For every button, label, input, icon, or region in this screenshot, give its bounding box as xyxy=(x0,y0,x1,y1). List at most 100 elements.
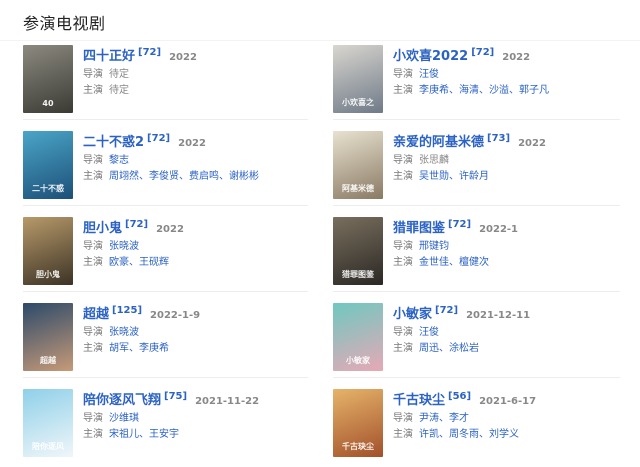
work-title-link[interactable]: 超越 xyxy=(83,307,109,322)
director-row: 导演 沙维琪 xyxy=(83,411,323,427)
work-title-link[interactable]: 二十不惑2 xyxy=(83,135,144,150)
poster-image[interactable]: 小敏家 xyxy=(333,303,383,371)
cast-link[interactable]: 王砚辉 xyxy=(139,257,169,268)
cast-label: 主演 xyxy=(83,171,103,182)
poster-image[interactable]: 阿基米德 xyxy=(333,131,383,199)
director-label: 导演 xyxy=(83,69,103,80)
work-card: 超越 超越 [125] 2022-1-9 导演 张晓波 主演 胡军、李庚希 xyxy=(23,303,323,385)
separator: 、 xyxy=(449,171,459,182)
separator: 、 xyxy=(449,257,459,268)
work-info: 小敏家 [72] 2021-12-11 导演 汪俊 主演 周迅、涂松岩 xyxy=(393,303,633,357)
poster-text: 40 xyxy=(42,99,54,108)
work-title-link[interactable]: 胆小鬼 xyxy=(83,221,122,236)
cast-link[interactable]: 檀健次 xyxy=(459,257,489,268)
poster-image[interactable]: 40 xyxy=(23,45,73,113)
work-card: 小敏家 小敏家 [72] 2021-12-11 导演 汪俊 主演 周迅、涂松岩 xyxy=(333,303,633,385)
score-badge[interactable]: [72] xyxy=(138,47,161,58)
cast-link[interactable]: 沙溢 xyxy=(489,85,509,96)
score-badge[interactable]: [75] xyxy=(164,391,187,402)
row-divider xyxy=(23,291,308,292)
poster-image[interactable]: 二十不惑 xyxy=(23,131,73,199)
title-row: 四十正好 [72] 2022 xyxy=(83,45,323,64)
work-title-link[interactable]: 千古玦尘 xyxy=(393,393,445,408)
director-label: 导演 xyxy=(393,413,413,424)
cast-link[interactable]: 李庚希 xyxy=(419,85,449,96)
cast-label: 主演 xyxy=(393,429,413,440)
director-link[interactable]: 沙维琪 xyxy=(109,413,139,424)
cast-link[interactable]: 胡军 xyxy=(109,343,129,354)
release-year: 2021-6-17 xyxy=(479,396,537,407)
cast-link[interactable]: 欧豪 xyxy=(109,257,129,268)
work-info: 千古玦尘 [56] 2021-6-17 导演 尹涛、李才 主演 许凯、周冬雨、刘学义 xyxy=(393,389,633,443)
work-title-link[interactable]: 四十正好 xyxy=(83,49,135,64)
row-divider xyxy=(333,119,620,120)
score-badge[interactable]: [73] xyxy=(487,133,510,144)
cast-link[interactable]: 海清 xyxy=(459,85,479,96)
score-badge[interactable]: [72] xyxy=(125,219,148,230)
poster-image[interactable]: 千古玦尘 xyxy=(333,389,383,457)
title-row: 小敏家 [72] 2021-12-11 xyxy=(393,303,633,322)
cast-link[interactable]: 吴世勋 xyxy=(419,171,449,182)
title-row: 二十不惑2 [72] 2022 xyxy=(83,131,323,150)
credits: 导演 汪俊 主演 周迅、涂松岩 xyxy=(393,325,633,357)
cast-link[interactable]: 金世佳 xyxy=(419,257,449,268)
work-info: 二十不惑2 [72] 2022 导演 黎志 主演 周翊然、李俊贤、费启鸣、谢彬彬 xyxy=(83,131,323,185)
cast-link[interactable]: 周冬雨 xyxy=(449,429,479,440)
cast-link[interactable]: 王安宇 xyxy=(149,429,179,440)
cast-row: 主演 胡军、李庚希 xyxy=(83,341,323,357)
director-link[interactable]: 张晓波 xyxy=(109,327,139,338)
director-link[interactable]: 黎志 xyxy=(109,155,129,166)
release-year: 2022 xyxy=(178,138,206,149)
poster-image[interactable]: 陪你逐风 xyxy=(23,389,73,457)
work-title-link[interactable]: 亲爱的阿基米德 xyxy=(393,135,484,150)
cast-link[interactable]: 许龄月 xyxy=(459,171,489,182)
credits: 导演 黎志 主演 周翊然、李俊贤、费启鸣、谢彬彬 xyxy=(83,153,323,185)
title-row: 亲爱的阿基米德 [73] 2022 xyxy=(393,131,633,150)
cast-link[interactable]: 刘学义 xyxy=(489,429,519,440)
work-title-link[interactable]: 陪你逐风飞翔 xyxy=(83,393,161,408)
score-badge[interactable]: [72] xyxy=(471,47,494,58)
poster-image[interactable]: 胆小鬼 xyxy=(23,217,73,285)
separator: 、 xyxy=(439,413,449,424)
work-card: 阿基米德 亲爱的阿基米德 [73] 2022 导演 张思麟 主演 吴世勋、许龄月 xyxy=(333,131,633,213)
credits: 导演 尹涛、李才 主演 许凯、周冬雨、刘学义 xyxy=(393,411,633,443)
score-badge[interactable]: [125] xyxy=(112,305,142,316)
director-link[interactable]: 李才 xyxy=(449,413,469,424)
work-card: 陪你逐风 陪你逐风飞翔 [75] 2021-11-22 导演 沙维琪 主演 宋祖儿、王安宇 xyxy=(23,389,323,467)
director-row: 导演 汪俊 xyxy=(393,67,633,83)
score-badge[interactable]: [72] xyxy=(448,219,471,230)
cast-link[interactable]: 李庚希 xyxy=(139,343,169,354)
poster-image[interactable]: 小欢喜之 xyxy=(333,45,383,113)
separator: 、 xyxy=(139,429,149,440)
cast-link[interactable]: 费启鸣 xyxy=(189,171,219,182)
cast-link[interactable]: 宋祖儿 xyxy=(109,429,139,440)
cast-link[interactable]: 谢彬彬 xyxy=(229,171,259,182)
cast-row: 主演 周迅、涂松岩 xyxy=(393,341,633,357)
director-link[interactable]: 汪俊 xyxy=(419,327,439,338)
work-title-link[interactable]: 猎罪图鉴 xyxy=(393,221,445,236)
cast-link[interactable]: 许凯 xyxy=(419,429,439,440)
director-link[interactable]: 尹涛 xyxy=(419,413,439,424)
cast-link[interactable]: 涂松岩 xyxy=(449,343,479,354)
poster-text: 胆小鬼 xyxy=(36,270,60,279)
poster-image[interactable]: 猎罪图鉴 xyxy=(333,217,383,285)
work-title-link[interactable]: 小欢喜2022 xyxy=(393,49,468,64)
director-link[interactable]: 汪俊 xyxy=(419,69,439,80)
score-badge[interactable]: [72] xyxy=(147,133,170,144)
cast-link[interactable]: 郭子凡 xyxy=(519,85,549,96)
director-label: 导演 xyxy=(393,155,413,166)
cast-link[interactable]: 李俊贤 xyxy=(149,171,179,182)
release-year: 2022-1-9 xyxy=(150,310,201,321)
poster-image[interactable]: 超越 xyxy=(23,303,73,371)
work-title-link[interactable]: 小敏家 xyxy=(393,307,432,322)
director-link[interactable]: 邢键钧 xyxy=(419,241,449,252)
score-badge[interactable]: [56] xyxy=(448,391,471,402)
director-link[interactable]: 张晓波 xyxy=(109,241,139,252)
release-year: 2021-12-11 xyxy=(466,310,531,321)
score-badge[interactable]: [72] xyxy=(435,305,458,316)
cast-link[interactable]: 周迅 xyxy=(419,343,439,354)
cast-link: 待定 xyxy=(109,85,129,96)
cast-row: 主演 待定 xyxy=(83,83,323,99)
cast-link[interactable]: 周翊然 xyxy=(109,171,139,182)
cast-label: 主演 xyxy=(83,85,103,96)
